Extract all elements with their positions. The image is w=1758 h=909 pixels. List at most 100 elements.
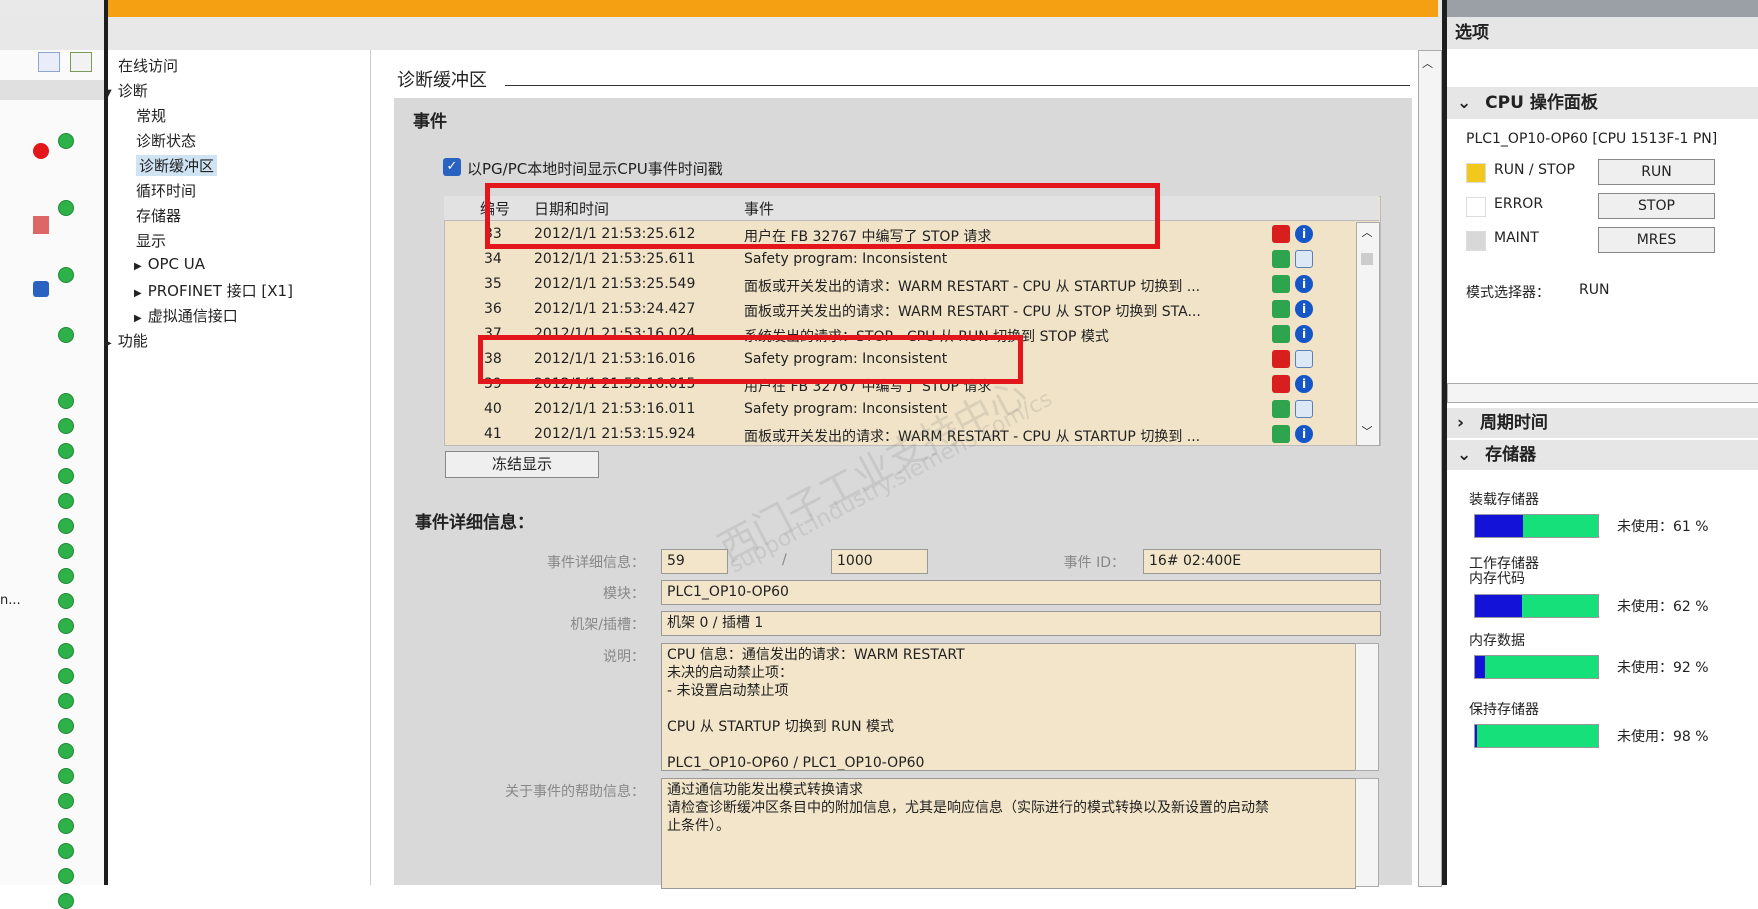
- memory-usage-bar: [1474, 594, 1599, 618]
- status-ok-icon: [58, 643, 74, 659]
- task-card-panel: 选项 ⌄ CPU 操作面板 PLC1_OP10-OP60 [CPU 1513F-…: [1447, 17, 1758, 885]
- event-id-label: 事件 ID：: [1063, 555, 1125, 571]
- panel-divider[interactable]: [104, 0, 108, 885]
- status-ok-icon: [58, 843, 74, 859]
- chevron-icon: ▶: [134, 261, 142, 272]
- horizontal-scrollbar[interactable]: [1447, 383, 1758, 403]
- row-number: 36: [484, 301, 502, 317]
- nav-item[interactable]: 常规: [136, 105, 166, 126]
- nav-item[interactable]: 诊断状态: [136, 130, 196, 151]
- memory-used-fill: [1475, 595, 1522, 617]
- memory-usage-bar: [1474, 655, 1599, 679]
- status-ok-icon: [58, 418, 74, 434]
- nav-item-label: 常规: [136, 107, 167, 125]
- status-ok-icon: [58, 200, 74, 216]
- detail-number-field[interactable]: 59: [661, 549, 728, 574]
- event-id-field[interactable]: 16# 02:400E: [1143, 549, 1381, 574]
- table-row[interactable]: 40 2012/1/1 21:53:16.011 Safety program: I…: [444, 397, 1356, 422]
- nav-item-label: PROFINET 接口 [X1]: [147, 282, 293, 300]
- editor-title-bar: [108, 0, 1438, 17]
- nav-item-label: 循环时间: [136, 182, 197, 200]
- nav-item-label: 存储器: [136, 207, 182, 225]
- nav-item[interactable]: 诊断缓冲区: [136, 155, 218, 176]
- chevron-up-icon[interactable]: ︿: [1359, 224, 1375, 242]
- memory-header[interactable]: ⌄ 存储器: [1447, 440, 1758, 470]
- module-label: 模块：: [603, 586, 645, 602]
- nav-item-label: 虚拟通信接口: [147, 307, 238, 325]
- status-ok-icon: [58, 718, 74, 734]
- status-ok-icon: [58, 893, 74, 909]
- row-number: 41: [484, 426, 502, 442]
- description-scrollbar[interactable]: [1355, 643, 1379, 771]
- scroll-up-button[interactable]: [84, 141, 100, 159]
- view-icon[interactable]: [38, 52, 60, 72]
- cpu-stop-button[interactable]: STOP: [1598, 193, 1715, 219]
- memory-free-text: 未使用：98 %: [1617, 729, 1709, 745]
- row-event: Safety program: Inconsistent: [744, 251, 948, 267]
- memory-used-fill: [1475, 515, 1523, 537]
- ok-status-icon: [1272, 250, 1290, 268]
- info-icon: i: [1295, 275, 1313, 293]
- error-status-icon: [1272, 225, 1290, 243]
- row-number: 35: [484, 276, 502, 292]
- nav-item[interactable]: 显示: [136, 230, 166, 251]
- led-label: MAINT: [1494, 230, 1539, 246]
- description-field[interactable]: CPU 信息：通信发出的请求：WARM RESTART 未决的启动禁止项： - 未设…: [661, 643, 1356, 771]
- status-ok-icon: [58, 327, 74, 343]
- nav-item-label: 功能: [117, 332, 148, 350]
- cpu-mres-button[interactable]: MRES: [1598, 227, 1715, 253]
- chevron-up-icon[interactable]: ︿: [1422, 55, 1433, 71]
- nav-item-label: 在线访问: [118, 57, 179, 75]
- events-heading: 事件: [413, 112, 447, 132]
- row-event: 面板或开关发出的请求：WARM RESTART - CPU 从 STARTUP …: [744, 279, 1201, 295]
- chevron-right-icon: ›: [1457, 413, 1465, 433]
- table-row[interactable]: 35 2012/1/1 21:53:25.549 面板或开关发出的请求：WARM R…: [444, 272, 1356, 297]
- table-row[interactable]: 34 2012/1/1 21:53:25.611 Safety program: I…: [444, 247, 1356, 272]
- status-ok-icon: [58, 668, 74, 684]
- memory-used-fill: [1475, 725, 1478, 747]
- nav-item[interactable]: ▶ 虚拟通信接口: [134, 305, 238, 326]
- event-table-scrollbar[interactable]: ︿ ﹀: [1356, 222, 1380, 446]
- nav-item[interactable]: ▶ OPC UA: [134, 255, 205, 273]
- ok-status-icon: [1272, 275, 1290, 293]
- info-icon: i: [1295, 300, 1313, 318]
- checkbox-local-time[interactable]: ✓: [443, 158, 461, 176]
- info-icon: i: [1295, 375, 1313, 393]
- main-scrollbar[interactable]: ︿: [1418, 50, 1442, 887]
- highlight-box-row38: [478, 335, 1023, 384]
- details-heading: 事件详细信息：: [415, 513, 534, 533]
- description-line: CPU 从 STARTUP 切换到 RUN 模式: [667, 719, 895, 735]
- chevron-down-icon[interactable]: ﹀: [1359, 423, 1375, 441]
- nav-item[interactable]: 存储器: [136, 205, 181, 226]
- nav-item[interactable]: ▶ PROFINET 接口 [X1]: [134, 280, 293, 301]
- cpu-panel-header[interactable]: ⌄ CPU 操作面板: [1447, 87, 1758, 119]
- detail-total-field[interactable]: 1000: [831, 549, 928, 574]
- status-ok-icon: [58, 443, 74, 459]
- status-ok-icon: [58, 133, 74, 149]
- cpu-run-button[interactable]: RUN: [1598, 159, 1715, 185]
- help-label: 关于事件的帮助信息：: [505, 784, 645, 800]
- nav-item[interactable]: 在线访问: [118, 55, 178, 76]
- row-datetime: 2012/1/1 21:53:24.427: [534, 301, 696, 317]
- document-icon: [1295, 400, 1313, 418]
- status-ok-icon: [58, 618, 74, 634]
- rack-field[interactable]: 机架 0 / 插槽 1: [661, 611, 1381, 636]
- error-status-icon: [1272, 375, 1290, 393]
- cycle-time-title: 周期时间: [1479, 413, 1548, 433]
- table-row[interactable]: 36 2012/1/1 21:53:24.427 面板或开关发出的请求：WARM R…: [444, 297, 1356, 322]
- help-field[interactable]: 通过通信功能发出模式转换请求 请检查诊断缓冲区条目中的附加信息，尤其是响应信息（实…: [661, 778, 1356, 889]
- memory-free-text: 未使用：62 %: [1617, 599, 1709, 615]
- download-icon[interactable]: [70, 52, 92, 72]
- task-card-title-bar: [1445, 0, 1758, 17]
- cycle-time-header[interactable]: › 周期时间: [1447, 408, 1758, 438]
- scroll-thumb[interactable]: [1361, 253, 1373, 265]
- highlight-box-header: [485, 183, 1160, 249]
- nav-item[interactable]: ▼ 诊断: [104, 80, 148, 101]
- options-title: 选项: [1447, 17, 1758, 49]
- freeze-display-button[interactable]: 冻结显示: [445, 451, 599, 478]
- description-line: [667, 700, 1355, 718]
- nav-item[interactable]: 循环时间: [136, 180, 196, 201]
- help-scrollbar[interactable]: [1355, 778, 1379, 887]
- nav-item[interactable]: ▶ 功能: [104, 330, 148, 351]
- module-field[interactable]: PLC1_OP10-OP60: [661, 580, 1381, 605]
